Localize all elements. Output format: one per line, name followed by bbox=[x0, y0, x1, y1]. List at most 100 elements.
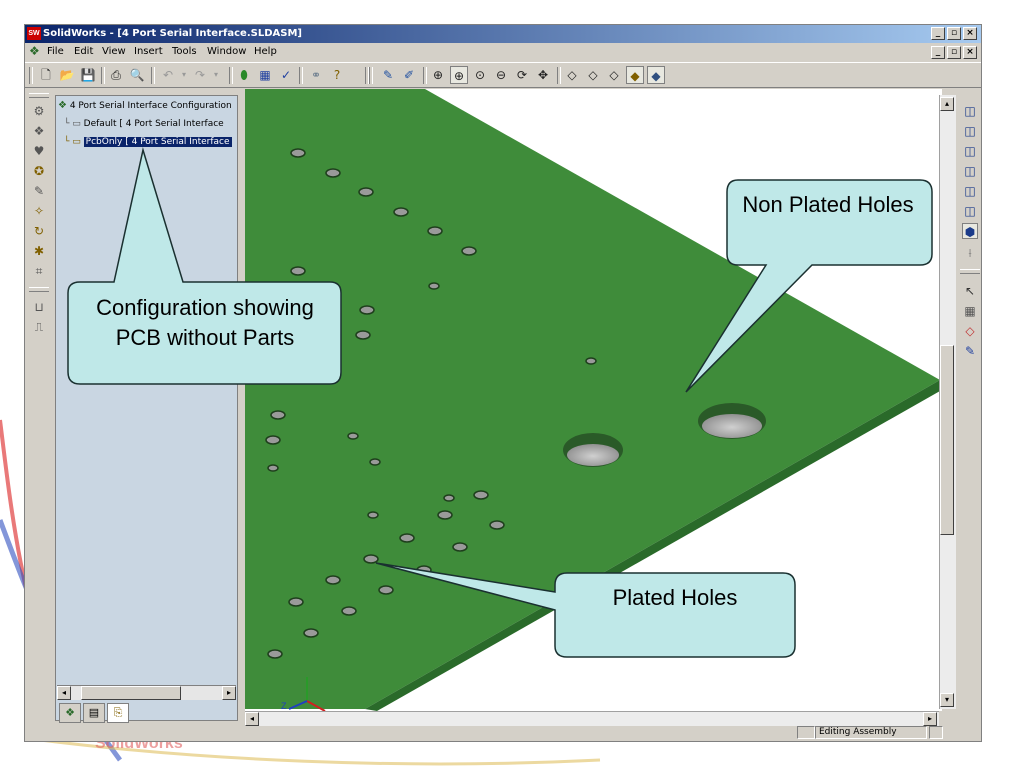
vertical-scroll-thumb[interactable] bbox=[940, 345, 954, 535]
status-cell-blank bbox=[797, 726, 815, 739]
scroll-thumb[interactable] bbox=[81, 686, 181, 700]
select-pointer-icon[interactable]: ↖ bbox=[962, 283, 978, 299]
redo-dropdown-icon[interactable]: ▾ bbox=[207, 66, 225, 84]
wireframe-icon[interactable]: ◇ bbox=[563, 66, 581, 84]
save-icon[interactable]: 💾 bbox=[79, 66, 97, 84]
whats-this-help-icon[interactable]: ? bbox=[328, 66, 346, 84]
sketch-tool-icon[interactable]: ⊔ bbox=[31, 299, 47, 315]
grid-icon[interactable]: ▦ bbox=[962, 303, 978, 319]
hidden-lines-removed-icon[interactable]: ◇ bbox=[605, 66, 623, 84]
viewport-scroll-right-button[interactable]: ▸ bbox=[923, 712, 937, 726]
insert-component-icon[interactable]: ❖ bbox=[31, 123, 47, 139]
print-preview-icon[interactable]: 🔍 bbox=[128, 66, 146, 84]
tab-configuration-manager[interactable]: ⎘ bbox=[107, 703, 129, 723]
tree-root-label: 4 Port Serial Interface Configuration bbox=[69, 101, 232, 111]
view-isometric-icon[interactable]: ⬢ bbox=[962, 223, 978, 239]
status-cell-blank bbox=[929, 726, 943, 739]
check-icon[interactable]: ✓ bbox=[277, 66, 295, 84]
minimize-button[interactable]: _ bbox=[931, 27, 945, 40]
shaded-icon[interactable]: ◆ bbox=[647, 66, 665, 84]
viewport-vertical-scrollbar[interactable]: ▴ ▾ bbox=[939, 95, 956, 709]
pcb-board bbox=[245, 89, 940, 709]
graphics-area[interactable]: Z bbox=[245, 89, 942, 711]
triad-z-label: Z bbox=[281, 701, 287, 711]
menu-insert[interactable]: Insert bbox=[134, 46, 163, 57]
config-item-pcbonly[interactable]: └ ▭ PcbOnly [ 4 Port Serial Interface bbox=[64, 134, 232, 150]
shaded-edges-icon[interactable]: ◆ bbox=[626, 66, 644, 84]
doc-minimize-button[interactable]: _ bbox=[931, 46, 945, 59]
mate-icon[interactable]: ✪ bbox=[31, 163, 47, 179]
viewport-horizontal-scrollbar[interactable]: ◂ ▸ bbox=[245, 711, 939, 726]
assembly-icon: ❖ bbox=[58, 100, 67, 111]
menu-view[interactable]: View bbox=[102, 46, 126, 57]
hidden-lines-visible-icon[interactable]: ◇ bbox=[584, 66, 602, 84]
non-plated-callout-text: Non Plated Holes bbox=[742, 192, 914, 217]
menu-help[interactable]: Help bbox=[254, 46, 277, 57]
restore-button[interactable]: ▫ bbox=[947, 27, 961, 40]
tab-feature-manager[interactable]: ❖ bbox=[59, 703, 81, 723]
menu-edit[interactable]: Edit bbox=[74, 46, 93, 57]
tree-branch-icon: └ ▭ bbox=[64, 119, 81, 129]
window-title: SolidWorks - [4 Port Serial Interface.SL… bbox=[43, 28, 302, 39]
doc-restore-button[interactable]: ▫ bbox=[947, 46, 961, 59]
scroll-right-button[interactable]: ▸ bbox=[222, 686, 236, 700]
configuration-manager: ❖ 4 Port Serial Interface Configuration … bbox=[55, 95, 238, 721]
explode-icon[interactable]: ✱ bbox=[31, 243, 47, 259]
menu-bar: ❖ File Edit View Insert Tools Window Hel… bbox=[25, 43, 981, 61]
smart-mates-icon[interactable]: ✧ bbox=[31, 203, 47, 219]
view-bottom-icon[interactable]: ◫ bbox=[962, 203, 978, 219]
print-icon[interactable]: ⎙ bbox=[107, 66, 125, 84]
view-back-icon[interactable]: ◫ bbox=[962, 123, 978, 139]
status-mode: Editing Assembly bbox=[815, 726, 927, 739]
open-folder-icon[interactable]: 📂 bbox=[58, 66, 76, 84]
config-item-default[interactable]: └ ▭ Default [ 4 Port Serial Interface bbox=[64, 116, 224, 132]
new-document-icon[interactable]: 🗋 bbox=[37, 66, 55, 84]
assembly-doc-icon: ❖ bbox=[29, 44, 40, 58]
eraser-icon[interactable]: ◇ bbox=[962, 323, 978, 339]
component-icon[interactable]: ⚙ bbox=[31, 103, 47, 119]
options-icon[interactable]: ▦ bbox=[256, 66, 274, 84]
tree-root[interactable]: ❖ 4 Port Serial Interface Configuration bbox=[58, 98, 232, 114]
interference-icon[interactable]: ⌗ bbox=[31, 263, 47, 279]
menu-file[interactable]: File bbox=[47, 46, 64, 57]
tree-horizontal-scrollbar[interactable]: ◂ ▸ bbox=[57, 685, 236, 700]
manager-tabs: ❖ ▤ ⎘ bbox=[57, 703, 237, 723]
view-left-icon[interactable]: ◫ bbox=[962, 143, 978, 159]
config-callout-text: Configuration showing PCB without Parts bbox=[96, 295, 314, 350]
link-icon[interactable]: ⚭ bbox=[307, 66, 325, 84]
scroll-up-button[interactable]: ▴ bbox=[940, 97, 954, 111]
menu-tools[interactable]: Tools bbox=[172, 46, 197, 57]
zoom-to-selection-icon[interactable]: ⊖ bbox=[492, 66, 510, 84]
standard-toolbar: 🗋 📂 💾 ⎙ 🔍 ↶ ▾ ↷ ▾ ⬮ ▦ ✓ ⚭ ? ✎ ✐ ⊕ ⊕ ⊙ ⊖ … bbox=[25, 62, 981, 88]
view-front-icon[interactable]: ◫ bbox=[962, 103, 978, 119]
hide-show-icon[interactable]: ♥ bbox=[31, 143, 47, 159]
rotate-view-icon[interactable]: ⟳ bbox=[513, 66, 531, 84]
title-bar: SW SolidWorks - [4 Port Serial Interface… bbox=[25, 25, 981, 43]
sketch-line-icon[interactable]: ⎍ bbox=[31, 319, 47, 335]
pencil-icon[interactable]: ✎ bbox=[962, 343, 978, 359]
config-label: Default [ 4 Port Serial Interface bbox=[83, 119, 224, 129]
view-toolbar: ◫ ◫ ◫ ◫ ◫ ◫ ⬢ ⟊ ↖ ▦ ◇ ✎ bbox=[957, 89, 981, 709]
rotate-component-icon[interactable]: ↻ bbox=[31, 223, 47, 239]
zoom-to-area-icon[interactable]: ⊕ bbox=[450, 66, 468, 84]
left-toolbar: ⚙ ❖ ♥ ✪ ✎ ✧ ↻ ✱ ⌗ ⊔ ⎍ bbox=[25, 89, 53, 701]
pan-icon[interactable]: ✥ bbox=[534, 66, 552, 84]
rebuild-icon[interactable]: ⬮ bbox=[235, 66, 253, 84]
close-button[interactable]: × bbox=[963, 27, 977, 40]
zoom-to-fit-icon[interactable]: ⊕ bbox=[429, 66, 447, 84]
view-top-icon[interactable]: ◫ bbox=[962, 183, 978, 199]
view-right-icon[interactable]: ◫ bbox=[962, 163, 978, 179]
scroll-down-button[interactable]: ▾ bbox=[940, 693, 954, 707]
doc-close-button[interactable]: × bbox=[963, 46, 977, 59]
sketch-icon[interactable]: ✐ bbox=[400, 66, 418, 84]
viewport-scroll-left-button[interactable]: ◂ bbox=[245, 712, 259, 726]
normal-to-icon[interactable]: ⟊ bbox=[962, 245, 978, 261]
select-icon[interactable]: ✎ bbox=[379, 66, 397, 84]
tab-property-manager[interactable]: ▤ bbox=[83, 703, 105, 723]
solidworks-window: SW SolidWorks - [4 Port Serial Interface… bbox=[24, 24, 982, 742]
zoom-in-out-icon[interactable]: ⊙ bbox=[471, 66, 489, 84]
config-label-selected: PcbOnly [ 4 Port Serial Interface bbox=[83, 137, 232, 147]
menu-window[interactable]: Window bbox=[207, 46, 246, 57]
move-component-icon[interactable]: ✎ bbox=[31, 183, 47, 199]
scroll-left-button[interactable]: ◂ bbox=[57, 686, 71, 700]
